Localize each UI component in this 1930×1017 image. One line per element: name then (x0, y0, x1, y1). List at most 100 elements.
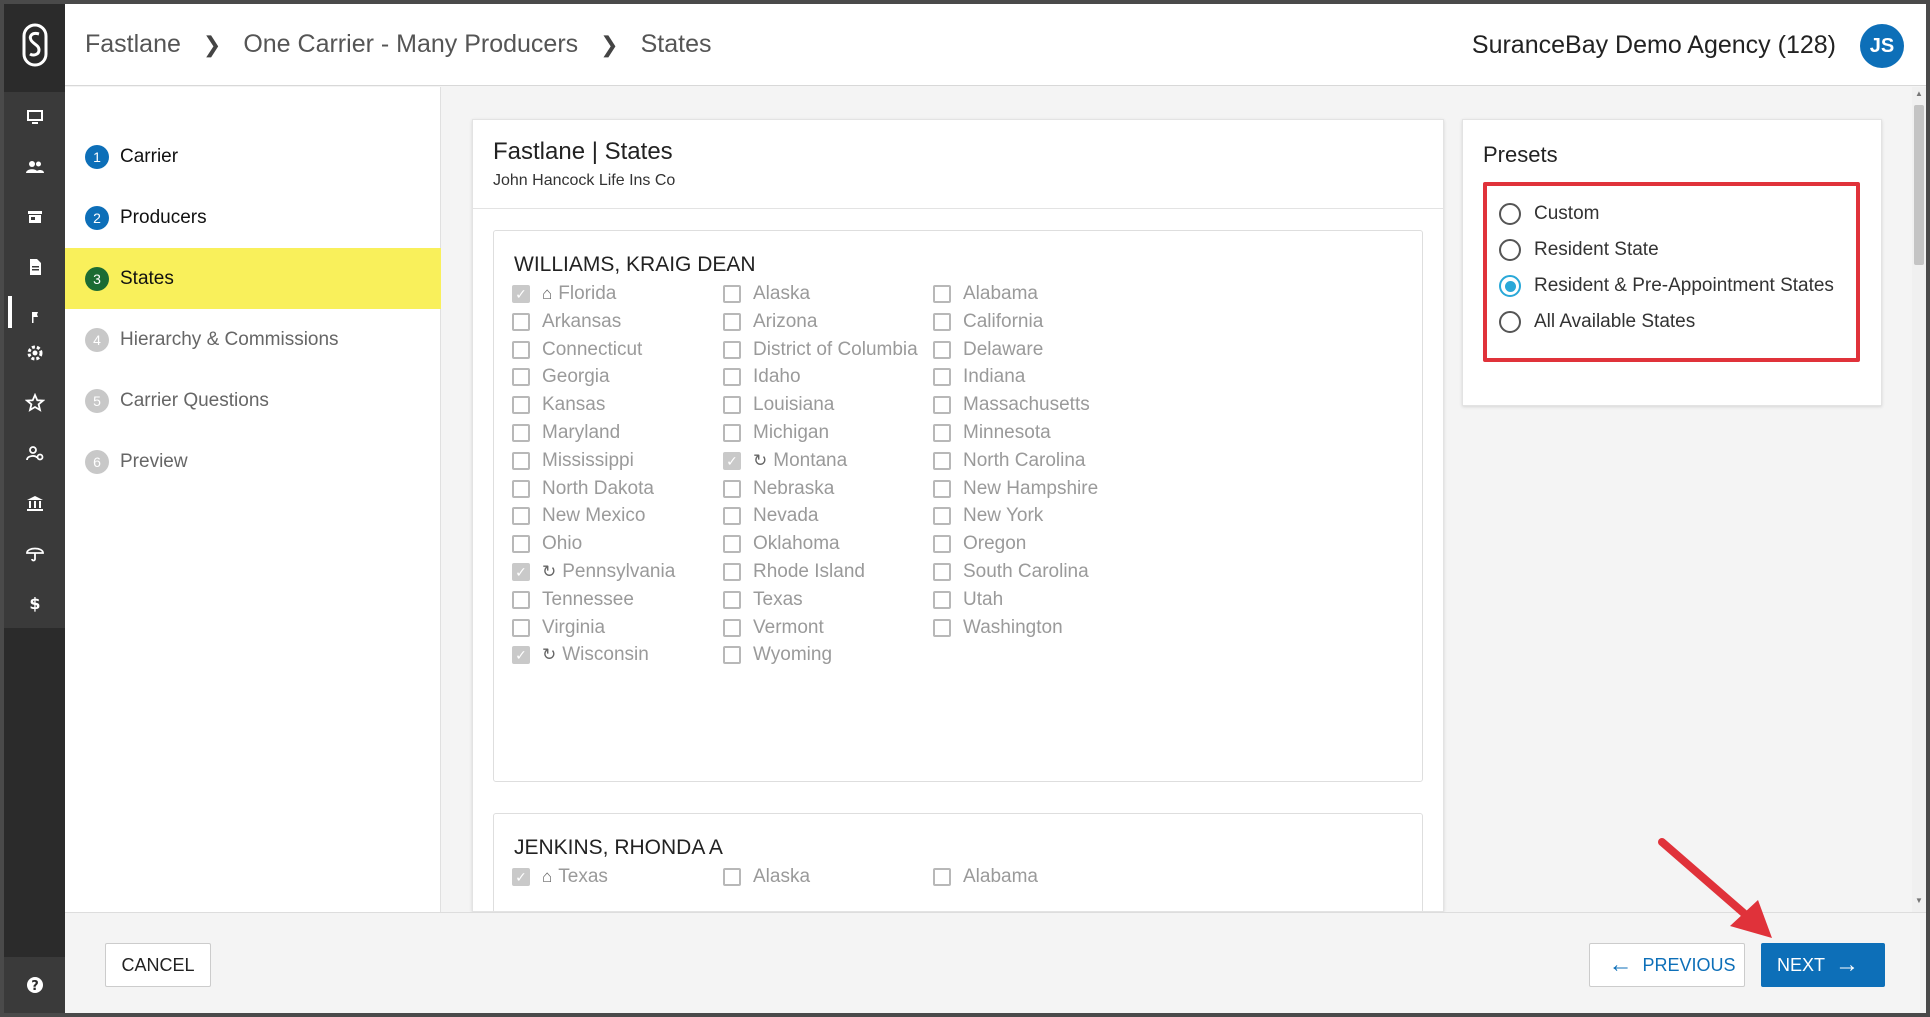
state-checkbox-item[interactable]: New York (933, 502, 1043, 530)
scroll-down-icon[interactable]: ▼ (1912, 896, 1926, 910)
checkbox[interactable] (933, 618, 951, 637)
radio-button[interactable] (1499, 311, 1521, 333)
state-checkbox-item[interactable]: ⌂ Texas (512, 863, 608, 891)
checkbox[interactable] (512, 285, 530, 303)
step-preview[interactable]: 6 Preview (65, 431, 441, 492)
state-checkbox-item[interactable]: Michigan (723, 419, 829, 447)
checkbox[interactable] (512, 340, 530, 359)
scrollbar-thumb[interactable] (1914, 105, 1924, 265)
state-checkbox-item[interactable]: Oregon (933, 530, 1026, 558)
checkbox[interactable] (512, 646, 530, 665)
state-checkbox-item[interactable]: Arkansas (512, 308, 621, 336)
checkbox[interactable] (723, 590, 741, 609)
state-checkbox-item[interactable]: ↻Wisconsin (512, 641, 649, 669)
previous-button[interactable]: ← PREVIOUS (1589, 943, 1745, 987)
checkbox[interactable] (512, 424, 530, 442)
step-carrier-questions[interactable]: 5 Carrier Questions (65, 370, 441, 431)
help-icon[interactable]: ? (4, 957, 65, 1013)
store-icon[interactable] (4, 192, 65, 242)
checkbox[interactable] (512, 868, 530, 886)
dollar-icon[interactable]: $ (4, 578, 65, 628)
state-checkbox-item[interactable]: Alaska (723, 863, 810, 891)
preset-option-custom[interactable]: Custom (1499, 199, 1599, 229)
checkbox[interactable] (512, 479, 530, 498)
preset-option-resident-state[interactable]: Resident State (1499, 235, 1659, 265)
checkbox[interactable] (933, 368, 951, 387)
checkbox[interactable] (723, 451, 741, 470)
checkbox[interactable] (933, 396, 951, 415)
state-checkbox-item[interactable]: Washington (933, 614, 1063, 642)
gear-icon[interactable] (4, 328, 65, 378)
checkbox[interactable] (723, 618, 741, 637)
bank-icon[interactable] (4, 478, 65, 528)
checkbox[interactable] (723, 312, 741, 331)
state-checkbox-item[interactable]: New Hampshire (933, 475, 1098, 503)
state-checkbox-item[interactable]: Alaska (723, 280, 810, 308)
next-button[interactable]: NEXT → (1761, 943, 1885, 987)
state-checkbox-item[interactable]: ↻ Pennsylvania (512, 558, 675, 586)
star-icon[interactable] (4, 378, 65, 428)
checkbox[interactable] (933, 868, 951, 886)
umbrella-icon[interactable] (4, 528, 65, 578)
checkbox[interactable] (512, 396, 530, 415)
step-carrier[interactable]: 1 Carrier (65, 126, 441, 187)
state-checkbox-item[interactable]: Mississippi (512, 447, 634, 475)
state-checkbox-item[interactable]: Kansas (512, 391, 605, 419)
state-checkbox-item[interactable]: Indiana (933, 363, 1025, 391)
state-checkbox-item[interactable]: Utah (933, 586, 1003, 614)
checkbox[interactable] (723, 563, 741, 581)
checkbox[interactable] (512, 618, 530, 637)
checkbox[interactable] (723, 285, 741, 303)
checkbox[interactable] (933, 507, 951, 526)
state-checkbox-item[interactable]: Maryland (512, 419, 620, 447)
avatar[interactable]: JS (1860, 24, 1904, 68)
radio-button[interactable] (1499, 203, 1521, 225)
checkbox[interactable] (512, 368, 530, 387)
state-checkbox-item[interactable]: Nevada (723, 502, 819, 530)
agency-name[interactable]: SuranceBay Demo Agency (128) (1472, 4, 1836, 86)
state-checkbox-item[interactable]: North Dakota (512, 475, 654, 503)
checkbox[interactable] (512, 507, 530, 526)
state-checkbox-item[interactable]: Oklahoma (723, 530, 840, 558)
checkbox[interactable] (723, 535, 741, 554)
step-producers[interactable]: 2 Producers (65, 187, 441, 248)
checkbox[interactable] (723, 368, 741, 387)
state-checkbox-item[interactable]: Arizona (723, 308, 817, 336)
checkbox[interactable] (933, 451, 951, 470)
checkbox[interactable] (933, 479, 951, 498)
radio-button[interactable] (1499, 239, 1521, 261)
checkbox[interactable] (933, 424, 951, 442)
checkbox[interactable] (512, 451, 530, 470)
state-checkbox-item[interactable]: Alabama (933, 863, 1038, 891)
checkbox[interactable] (512, 590, 530, 609)
state-checkbox-item[interactable]: Georgia (512, 363, 610, 391)
checkbox[interactable] (933, 285, 951, 303)
state-checkbox-item[interactable]: Rhode Island (723, 558, 865, 586)
state-checkbox-item[interactable]: Nebraska (723, 475, 834, 503)
breadcrumb-fastlane[interactable]: Fastlane (85, 30, 181, 59)
state-checkbox-item[interactable]: ↻Montana (723, 447, 847, 475)
scroll-up-icon[interactable]: ▲ (1912, 89, 1926, 103)
scrollbar[interactable]: ▲ ▼ (1912, 87, 1926, 912)
preset-option-resident-pre-appointment[interactable]: Resident & Pre-Appointment States (1499, 271, 1834, 301)
checkbox[interactable] (723, 646, 741, 665)
state-checkbox-item[interactable]: Massachusetts (933, 391, 1090, 419)
radio-button[interactable] (1499, 275, 1521, 297)
checkbox[interactable] (512, 563, 530, 581)
checkbox[interactable] (723, 340, 741, 359)
checkbox[interactable] (723, 868, 741, 886)
state-checkbox-item[interactable]: Texas (723, 586, 803, 614)
state-checkbox-item[interactable]: Alabama (933, 280, 1038, 308)
state-checkbox-item[interactable]: Delaware (933, 336, 1043, 364)
state-checkbox-item[interactable]: Tennessee (512, 586, 634, 614)
app-logo-icon[interactable] (4, 4, 65, 86)
step-hierarchy-commissions[interactable]: 4 Hierarchy & Commissions (65, 309, 441, 370)
step-states[interactable]: 3 States (65, 248, 441, 309)
state-checkbox-item[interactable]: Virginia (512, 614, 605, 642)
state-checkbox-item[interactable]: Louisiana (723, 391, 834, 419)
checkbox[interactable] (723, 396, 741, 415)
checkbox[interactable] (723, 507, 741, 526)
state-checkbox-item[interactable]: Wyoming (723, 641, 832, 669)
breadcrumb-one-carrier[interactable]: One Carrier - Many Producers (243, 30, 578, 59)
state-checkbox-item[interactable]: ⌂ Florida (512, 280, 616, 308)
